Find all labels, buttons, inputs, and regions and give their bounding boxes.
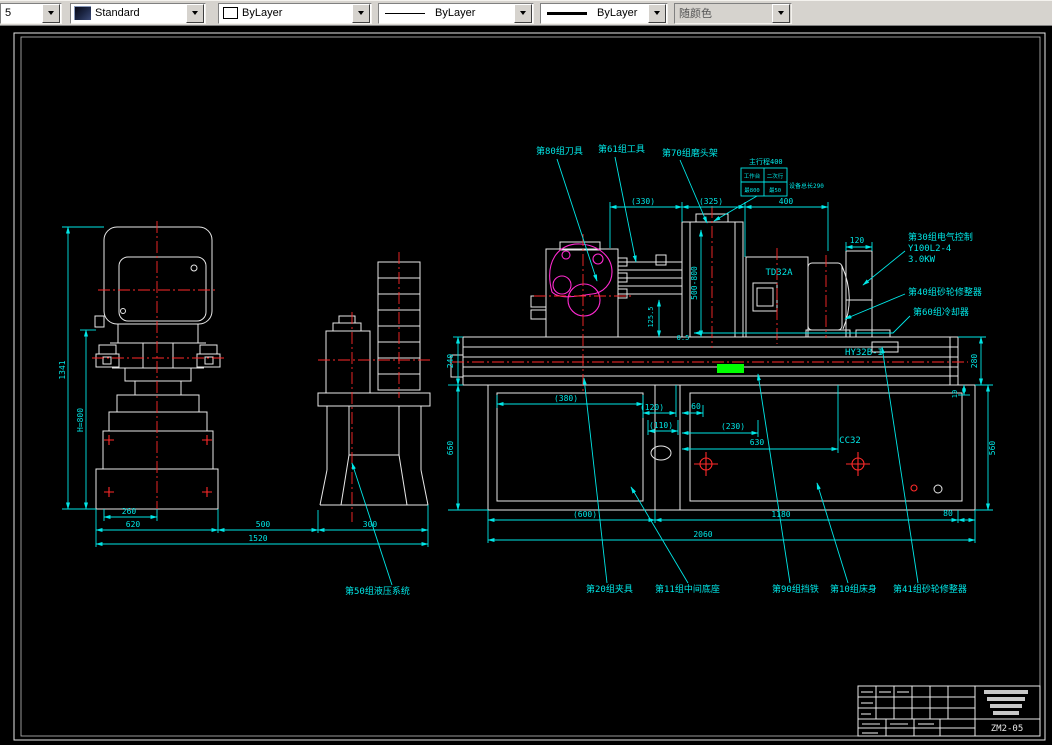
drawing-canvas[interactable]: 1341 H=800 260 620 500 300 1520 (330) (3… (0, 26, 1052, 745)
label-model-hy32b: HY32B-I (845, 348, 883, 358)
dim-660: 660 (446, 441, 455, 456)
dim-120b: (120) (640, 403, 664, 412)
dim-400: 400 (779, 197, 794, 206)
aux-travel-label: 主行程400 (749, 157, 783, 166)
left-combo[interactable]: 5 (0, 2, 62, 24)
left-combo-arrow-icon[interactable] (42, 3, 60, 23)
dim-10: 10 (951, 390, 959, 398)
aux-cell-22: 最50 (769, 187, 781, 194)
dim-500: 500 (256, 520, 271, 529)
aux-total-length: 设备总长290 (789, 182, 824, 190)
label-motor-power: 3.0KW (908, 255, 936, 265)
plot-style-value: 随颜色 (679, 8, 712, 20)
dim-260: 260 (122, 507, 137, 516)
label-wheelhead-group-70: 第70组磨头架 (662, 147, 718, 159)
linetype-combo[interactable]: ByLayer (378, 2, 534, 24)
dim-330: (330) (631, 197, 655, 206)
dim-380: (380) (554, 394, 578, 403)
style-preview-icon (74, 6, 91, 20)
dim-1180: 1180 (771, 510, 790, 519)
color-arrow-icon[interactable] (352, 3, 370, 23)
linetype-value: ByLayer (435, 7, 476, 19)
aux-cell-11: 工作台 (744, 172, 761, 180)
dim-2060: 2060 (693, 530, 712, 539)
dim-240: 240 (446, 354, 455, 369)
label-dresser-group-40: 第40组砂轮修整器 (908, 286, 982, 298)
dim-1341: 1341 (58, 360, 67, 379)
label-hydraulic-group-50: 第50组液压系统 (345, 585, 410, 597)
toolbar: 5 Standard ByLayer ByLayer ByLayer 随颜色 (0, 0, 1052, 26)
color-value: ByLayer (242, 7, 283, 19)
drawing-area: 1341 H=800 260 620 500 300 1520 (330) (3… (0, 26, 1052, 745)
dim-120: 120 (850, 236, 865, 245)
drawing-number: ZM2-05 (991, 724, 1024, 734)
plot-style-arrow-icon (772, 3, 790, 23)
dim-280: 280 (970, 354, 979, 369)
label-electrical-group-30: 第30组电气控制 (908, 231, 973, 243)
color-swatch-icon (223, 7, 238, 19)
aux-cell-12: 二次行 (767, 172, 784, 180)
dim-560: 560 (988, 441, 997, 456)
dim-600: (600) (573, 510, 597, 519)
color-combo[interactable]: ByLayer (218, 2, 372, 24)
left-combo-value: 5 (5, 7, 12, 19)
plot-style-combo[interactable]: 随颜色 (674, 2, 792, 24)
label-model-cc32: CC32 (839, 436, 861, 446)
dim-1520: 1520 (248, 534, 267, 543)
lineweight-combo[interactable]: ByLayer (540, 2, 668, 24)
dim-0-5: 0.5 (677, 334, 690, 342)
label-fixture-group-20: 第20组夹具 (586, 583, 633, 595)
dim-300: 300 (363, 520, 378, 529)
dim-500-800: 500-800 (690, 266, 699, 300)
dim-80: 80 (943, 509, 953, 518)
dim-630: 630 (750, 438, 765, 447)
label-coolant-group-60: 第60组冷却器 (913, 306, 969, 318)
linetype-arrow-icon[interactable] (514, 3, 532, 23)
lineweight-sample-icon (547, 11, 587, 15)
aux-cell-21: 最800 (744, 187, 759, 194)
label-middle-base-group-11: 第11组中间底座 (655, 583, 720, 595)
dim-110: (110) (649, 421, 673, 430)
text-style-value: Standard (95, 7, 140, 19)
stop-dog-highlight (717, 364, 744, 373)
label-dresser-group-41: 第41组砂轮修整器 (893, 583, 967, 595)
lineweight-arrow-icon[interactable] (648, 3, 666, 23)
label-model-td32a: TD32A (765, 268, 793, 278)
dim-60: 60 (691, 402, 701, 411)
dim-620: 620 (126, 520, 141, 529)
dim-325: (325) (699, 197, 723, 206)
text-style-combo[interactable]: Standard (70, 2, 206, 24)
label-tool-group-61: 第61组工具 (598, 143, 645, 155)
label-motor-model: Y100L2-4 (908, 244, 951, 254)
label-tool-group-80: 第80组刀具 (536, 145, 583, 157)
linetype-sample-icon (385, 12, 425, 14)
dim-230: (230) (721, 422, 745, 431)
dim-125-5: 125.5 (647, 306, 655, 327)
dim-h800: H=800 (76, 408, 85, 432)
text-style-arrow-icon[interactable] (186, 3, 204, 23)
label-bed-group-10: 第10组床身 (830, 583, 877, 595)
lineweight-value: ByLayer (597, 7, 638, 19)
label-stop-group-90: 第90组挡铁 (772, 583, 819, 595)
